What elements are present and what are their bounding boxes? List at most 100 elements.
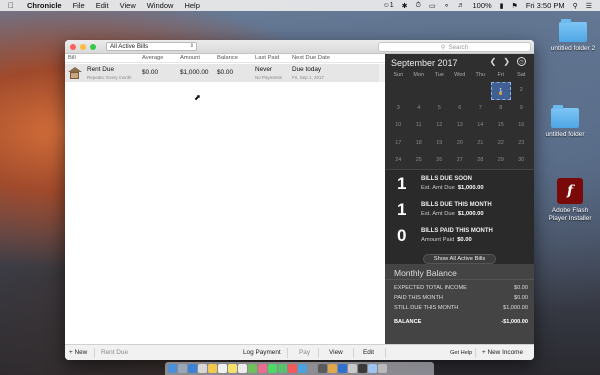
calendar-day[interactable]: 6 [450,100,471,118]
notification-center-icon[interactable]: ☰ [586,2,592,10]
terminal-icon[interactable] [318,364,327,373]
desktop-folder-untitled-2[interactable]: untitled folder 2 [543,19,600,53]
calendar-day[interactable]: 25 [409,152,430,170]
column-header-next-due[interactable]: Next Due Date [292,55,330,61]
mail-icon[interactable] [198,364,207,373]
safari-icon[interactable] [188,364,197,373]
today-clock-icon[interactable]: ◷ [517,57,526,66]
bluetooth-icon[interactable]: ✱ [402,2,408,10]
column-header-balance[interactable]: Balance [217,55,238,61]
column-header-amount[interactable]: Amount [180,55,200,61]
chevron-left-icon[interactable]: ❮ [490,57,497,66]
search-input[interactable]: ⚲ Search [378,42,531,52]
calendar-icon[interactable] [218,364,227,373]
chronicle-icon[interactable] [328,364,337,373]
user-status-icon[interactable]: ☺1 [383,2,394,9]
system-preferences-icon[interactable] [308,364,317,373]
view-button[interactable]: View [329,349,343,356]
contacts-icon[interactable] [208,364,217,373]
battery-icon[interactable]: ▮ [500,2,504,10]
calendar-day[interactable]: 20 [450,135,471,153]
app-icon[interactable] [338,364,347,373]
zoom-window-button[interactable] [90,43,96,50]
reminders-icon[interactable] [238,364,247,373]
calendar-day[interactable]: 23 [511,135,532,153]
calendar-day[interactable]: 10 [388,117,409,135]
photos-icon[interactable] [258,364,267,373]
column-header-last-paid[interactable]: Last Paid [255,55,279,61]
calendar-day[interactable]: 21 [470,135,491,153]
calendar-day[interactable]: 28 [470,152,491,170]
calendar-day[interactable]: 22 [491,135,512,153]
menu-app-name[interactable]: Chronicle [27,1,62,10]
bill-row[interactable]: Rent Due Repeats: Every month $0.00 $1,0… [65,64,379,82]
minimize-window-button[interactable] [80,43,86,50]
get-help-button[interactable]: Get Help [450,350,472,356]
calendar-day[interactable]: 11 [409,117,430,135]
close-window-button[interactable] [70,43,76,50]
calendar-day[interactable]: 15 [491,117,512,135]
calendar-day[interactable]: 13 [450,117,471,135]
show-all-bills-button[interactable]: Show All Active Bills [423,254,496,264]
menu-window[interactable]: Window [147,1,174,10]
desktop-folder-untitled[interactable]: untitled folder [535,105,595,139]
spotlight-icon[interactable]: ⚲ [573,2,578,10]
calendar-day[interactable]: 4 [409,100,430,118]
finder-icon[interactable] [168,364,177,373]
calendar-day[interactable]: 19 [429,135,450,153]
calendar-day[interactable]: 3 [388,100,409,118]
summary-paid-month[interactable]: 0 BILLS PAID THIS MONTH Amount Paid $0.00 [385,224,534,249]
column-header-bill[interactable]: Bill [68,55,76,61]
log-payment-button[interactable]: Log Payment [243,349,281,356]
chevron-right-icon[interactable]: ❯ [503,57,510,66]
launchpad-icon[interactable] [178,364,187,373]
time-machine-icon[interactable]: ⏱ [416,2,421,10]
messages-icon[interactable] [268,364,277,373]
bill-filter-select[interactable]: All Active Bills ⇕ [106,42,197,51]
calendar-day[interactable]: 30 [511,152,532,170]
calendar-day[interactable]: 14 [470,117,491,135]
calendar-day[interactable]: 29 [491,152,512,170]
app-icon[interactable] [348,364,357,373]
calendar-day[interactable]: 9 [511,100,532,118]
maps-icon[interactable] [248,364,257,373]
calendar-day[interactable]: 16 [511,117,532,135]
calendar-day[interactable]: 7 [470,100,491,118]
calendar-day[interactable]: 2 [511,82,532,100]
itunes-icon[interactable] [288,364,297,373]
calendar-day[interactable]: 18 [409,135,430,153]
calendar-day[interactable]: 24 [388,152,409,170]
menu-file[interactable]: File [73,1,85,10]
new-bill-button[interactable]: + New [69,349,87,356]
wifi-icon[interactable]: ⚬ [444,2,450,10]
volume-icon[interactable]: ♬ [457,2,464,9]
pay-button[interactable]: Pay [299,349,310,356]
calendar-day[interactable]: 1 [490,82,511,100]
calendar-day[interactable]: 26 [429,152,450,170]
calendar-day[interactable]: 5 [429,100,450,118]
calendar-day[interactable]: 17 [388,135,409,153]
apple-icon[interactable]:  [8,1,17,10]
menu-help[interactable]: Help [184,1,199,10]
menu-edit[interactable]: Edit [96,1,109,10]
desktop-flash-installer[interactable]: f Adobe Flash Player Installer [540,178,600,223]
summary-due-month[interactable]: 1 BILLS DUE THIS MONTH Est. Amt Due $1,00… [385,198,534,223]
calendar-day[interactable]: 12 [429,117,450,135]
trash-icon[interactable] [378,364,387,373]
edit-button[interactable]: Edit [363,349,374,356]
app-icon[interactable] [358,364,367,373]
flag-icon[interactable]: ⚑ [512,2,518,10]
app-store-icon[interactable] [298,364,307,373]
column-header-average[interactable]: Average [142,55,164,61]
battery-percent[interactable]: 100% [472,1,491,10]
notes-icon[interactable] [228,364,237,373]
downloads-folder-icon[interactable] [368,364,377,373]
facetime-icon[interactable] [278,364,287,373]
menubar-clock[interactable]: Fri 3:50 PM [526,1,565,10]
summary-due-soon[interactable]: 1 BILLS DUE SOON Est. Amt Due $1,000.00 [385,172,534,197]
new-income-button[interactable]: + New Income [482,349,523,356]
calendar-day[interactable]: 8 [491,100,512,118]
calendar-day[interactable]: 27 [450,152,471,170]
airplay-icon[interactable]: ▭ [429,2,436,10]
menu-view[interactable]: View [120,1,136,10]
